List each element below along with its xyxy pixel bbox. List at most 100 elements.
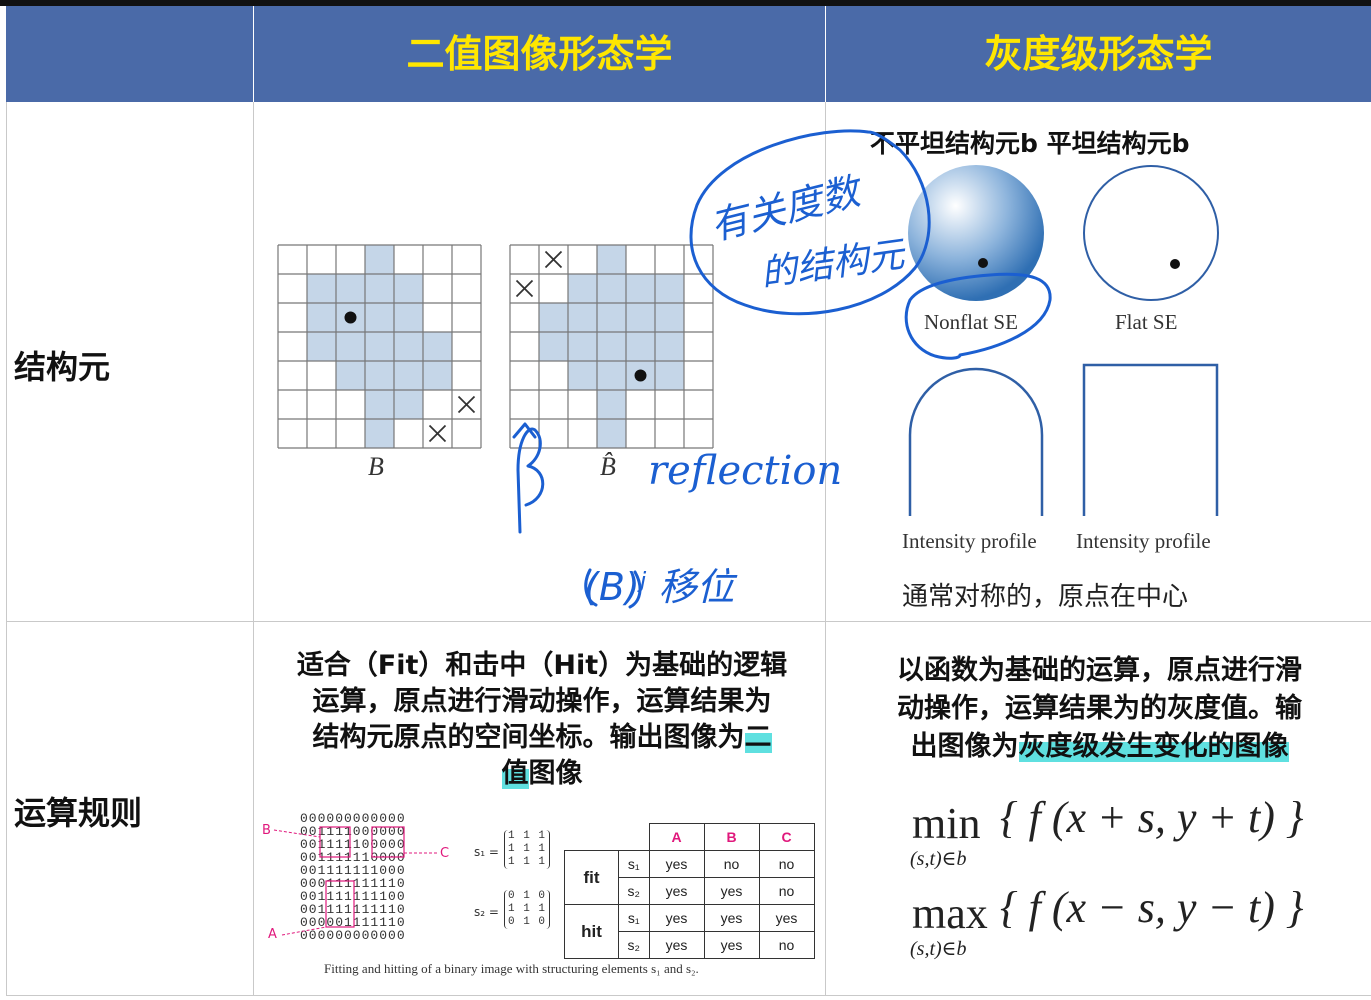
- s1-label: s₁ =: [474, 845, 499, 859]
- se-origin-dot: [634, 369, 647, 382]
- table-col-header: C: [758, 823, 815, 851]
- table-cell: no: [758, 877, 815, 905]
- table-group-hit: hit: [564, 904, 619, 959]
- matrix-row: 1 1 1: [508, 843, 547, 855]
- nonflat-profile-curve: [908, 367, 1044, 516]
- table-cell: no: [703, 850, 760, 878]
- se-grid-b: [277, 244, 482, 449]
- se-cell-shaded: [568, 361, 597, 390]
- se-cell-shaded: [597, 274, 626, 303]
- table-cell: yes: [648, 904, 705, 932]
- se-cell-shaded: [626, 303, 655, 332]
- se-cell-shaded: [655, 274, 684, 303]
- table-cell: yes: [703, 931, 760, 959]
- binary-op-line-text: 结构元原点的空间坐标。输出图像为: [312, 722, 745, 753]
- table-se-cell: s₁: [618, 850, 650, 878]
- max-expression: { f (x − s, y − t) }: [1000, 883, 1304, 932]
- profile-left-label: Intensity profile: [902, 529, 1037, 553]
- table-se-cell: s₁: [618, 904, 650, 932]
- grid-line: [253, 102, 254, 996]
- table-cell: yes: [648, 931, 705, 959]
- fit-hit-caption: Fitting and hitting of a binary image wi…: [324, 961, 699, 976]
- row-label-op: 运算规则: [14, 794, 143, 832]
- table-col-header: A: [648, 823, 705, 851]
- header-binary-title: 二值图像形态学: [406, 32, 673, 76]
- flat-se-origin: [1170, 259, 1180, 269]
- gray-se-heading: 不平坦结构元b 平坦结构元b: [870, 129, 1190, 158]
- grid-line: [6, 621, 1371, 622]
- matrix-row: 0 1 0: [508, 890, 547, 902]
- binary-op-line: 适合（Fit）和击中（Hit）为基础的逻辑: [296, 650, 788, 681]
- gray-se-figure: [908, 165, 1219, 516]
- se-cell-shaded: [626, 332, 655, 361]
- gray-op-line: 出图像为灰度级发生变化的图像: [832, 728, 1367, 766]
- se-cell-shaded: [597, 390, 626, 419]
- nonflat-se-origin: [978, 258, 988, 268]
- ink-translate-note: (B)ʲ 移位: [584, 565, 735, 609]
- table-cell: no: [758, 850, 815, 878]
- matrix-row: 1 1 1: [508, 856, 547, 868]
- table-se-cell: s₂: [618, 877, 650, 905]
- flat-profile-curve: [1082, 363, 1219, 516]
- binary-op-line: 运算，原点进行滑动操作，运算结果为: [312, 686, 772, 717]
- fit-hit-table: A B C fit s₁ yes no no s₂ yes yes no hit…: [564, 823, 815, 959]
- se-cell-shaded: [655, 303, 684, 332]
- se-cell-shaded: [365, 419, 394, 448]
- se-cell-shaded: [394, 303, 423, 332]
- se-cell-shaded: [336, 361, 365, 390]
- se-cell-shaded: [568, 274, 597, 303]
- table-cell: yes: [648, 877, 705, 905]
- se-cell-shaded: [568, 332, 597, 361]
- ink-reflection: reflection: [648, 448, 843, 494]
- table-cell: yes: [703, 904, 760, 932]
- min-subscript: (s,t)∈b: [910, 848, 967, 870]
- table-se-cell: s₂: [618, 931, 650, 959]
- table-corner: [565, 824, 619, 851]
- se-cell-shaded: [597, 419, 626, 448]
- profile-right-label: Intensity profile: [1076, 529, 1211, 553]
- se-cell-shaded: [307, 332, 336, 361]
- header-gray-title: 灰度级形态学: [984, 32, 1213, 76]
- s2-matrix: 0 1 0 1 1 1 0 1 0: [504, 890, 551, 929]
- gray-op-line-text: 出图像为: [910, 731, 1019, 762]
- point-label-b: B: [262, 823, 271, 838]
- se-cell-shaded: [365, 274, 394, 303]
- binary-op-line: 结构元原点的空间坐标。输出图像为二: [262, 720, 822, 756]
- max-word: max: [912, 889, 988, 938]
- table-corner: [619, 824, 650, 851]
- se-cell-shaded: [655, 332, 684, 361]
- nonflat-label: Nonflat SE: [924, 310, 1018, 334]
- se-cell-shaded: [336, 274, 365, 303]
- se-cell-shaded: [307, 274, 336, 303]
- matrix-row: 0 1 0: [508, 916, 547, 928]
- se-cell-shaded: [597, 245, 626, 274]
- point-label-c: C: [440, 846, 450, 861]
- binary-row: 000000000000: [300, 928, 406, 943]
- table-cell: yes: [703, 877, 760, 905]
- se-origin-dot: [344, 311, 357, 324]
- matrix-row: 1 1 1: [508, 903, 547, 915]
- header-binary: 二值图像形态学: [254, 6, 825, 102]
- se-cell-shaded: [365, 245, 394, 274]
- min-word: min: [912, 799, 981, 848]
- table-col-header: B: [703, 823, 760, 851]
- gray-op-line: 以函数为基础的运算，原点进行滑: [897, 655, 1302, 686]
- se-cell-shaded: [336, 332, 365, 361]
- label-bhat: B̂: [600, 452, 616, 481]
- min-expression: { f (x + s, y + t) }: [1000, 793, 1304, 842]
- se-cell-shaded: [423, 332, 452, 361]
- binary-op-desc: 适合（Fit）和击中（Hit）为基础的逻辑 运算，原点进行滑动操作，运算结果为 …: [262, 648, 822, 792]
- highlight-gray-output: 灰度级发生变化的图像: [1018, 731, 1289, 762]
- se-cell-shaded: [539, 332, 568, 361]
- se-cell-shaded: [394, 361, 423, 390]
- gray-se-note: 通常对称的，原点在中心: [902, 582, 1189, 612]
- s2-label: s₂ =: [474, 905, 499, 919]
- gray-op-desc: 以函数为基础的运算，原点进行滑 动操作，运算结果为的灰度值。输 出图像为灰度级发…: [832, 652, 1367, 766]
- gray-op-line: 动操作，运算结果为的灰度值。输: [897, 693, 1302, 724]
- se-cell-shaded: [597, 303, 626, 332]
- se-cell-shaded: [597, 361, 626, 390]
- grid-line: [6, 102, 7, 996]
- binary-op-line-text: 图像: [528, 758, 583, 789]
- table-cell: no: [758, 931, 815, 959]
- se-grid-bhat: [509, 244, 714, 449]
